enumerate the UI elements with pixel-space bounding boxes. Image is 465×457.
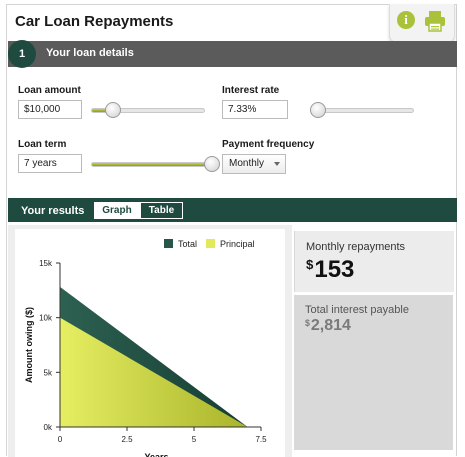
y-axis-title: Amount owing ($)	[24, 307, 34, 383]
total-interest-label: Total interest payable	[305, 304, 409, 316]
interest-rate-input[interactable]: 7.33%	[222, 100, 288, 119]
y-tick-label: 5k	[44, 368, 53, 377]
info-icon[interactable]: i	[397, 11, 415, 29]
loan-balance-chart: 0k5k10k15k0 2.5 5 7.5Amount owing ($)Years …	[15, 229, 285, 457]
total-interest-amount: 2,814	[310, 317, 351, 334]
tools-panel: i	[389, 4, 455, 43]
monthly-repayments-card: Monthly repayments $153	[294, 231, 454, 292]
loan-term-slider-fill	[92, 163, 212, 166]
x-tick-label: 0	[58, 435, 63, 444]
chevron-down-icon	[274, 162, 280, 166]
interest-rate-label: Interest rate	[222, 85, 280, 96]
y-tick-label: 10k	[39, 314, 53, 323]
x-tick-label: 5	[192, 435, 197, 444]
loan-amount-slider[interactable]	[91, 102, 205, 118]
monthly-repayments-label: Monthly repayments	[306, 241, 406, 253]
step-number-badge: 1	[8, 40, 36, 68]
legend-swatch-total	[164, 239, 173, 248]
y-tick-label: 0k	[44, 423, 53, 432]
loan-term-slider[interactable]	[91, 156, 220, 172]
monthly-repayments-amount: 153	[314, 256, 355, 283]
loan-term-slider-handle[interactable]	[204, 156, 220, 172]
loan-amount-slider-handle[interactable]	[104, 102, 121, 118]
payment-frequency-label: Payment frequency	[222, 139, 315, 150]
payment-frequency-select[interactable]: Monthly	[222, 154, 286, 174]
results-label: Your results	[21, 205, 85, 217]
legend-swatch-principal	[206, 239, 215, 248]
monthly-repayments-value: $153	[306, 256, 354, 284]
tab-table[interactable]: Table	[140, 202, 183, 219]
payment-frequency-value: Monthly	[229, 158, 265, 169]
total-interest-card: Total interest payable $2,814	[294, 295, 453, 450]
y-tick-label: 15k	[39, 259, 53, 268]
currency-symbol: $	[305, 318, 310, 328]
x-tick-label: 2.5	[121, 435, 133, 444]
loan-amount-input[interactable]: $10,000	[18, 100, 82, 119]
currency-symbol: $	[306, 257, 314, 272]
x-axis-title: Years	[144, 452, 168, 457]
legend-label-principal: Principal	[220, 239, 255, 249]
interest-rate-slider[interactable]	[310, 102, 414, 118]
x-tick-label: 7.5	[255, 435, 267, 444]
total-interest-value: $2,814	[305, 317, 351, 335]
loan-term-label: Loan term	[18, 139, 67, 150]
legend-label-total: Total	[178, 239, 197, 249]
loan-term-input[interactable]: 7 years	[18, 154, 82, 173]
page-title: Car Loan Repayments	[15, 13, 174, 30]
print-icon[interactable]	[424, 10, 446, 32]
loan-details-label: Your loan details	[46, 47, 134, 59]
loan-amount-label: Loan amount	[18, 85, 81, 96]
tab-graph[interactable]: Graph	[94, 202, 140, 219]
